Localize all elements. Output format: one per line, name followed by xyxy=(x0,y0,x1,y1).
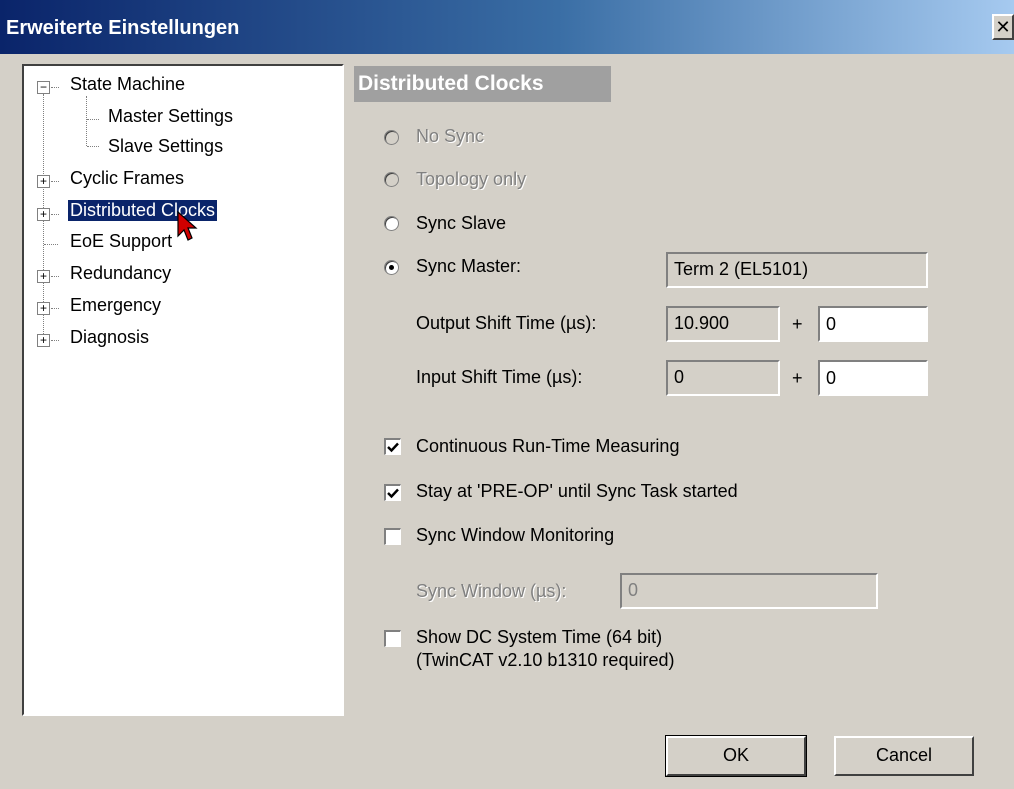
tree-connector xyxy=(51,181,59,182)
radio-sync-slave[interactable] xyxy=(384,216,399,231)
expand-icon[interactable]: + xyxy=(37,208,50,221)
checkbox-sync-window-monitoring-label: Sync Window Monitoring xyxy=(416,525,615,545)
checkbox-show-dc-time-label: Show DC System Time (64 bit) xyxy=(416,627,663,647)
tree-item-diagnosis[interactable]: Diagnosis xyxy=(70,327,149,348)
output-shift-offset-input[interactable] xyxy=(818,306,928,342)
window-title: Erweiterte Einstellungen xyxy=(6,17,240,39)
input-shift-label: Input Shift Time (µs): xyxy=(416,367,583,387)
radio-sync-master-label: Sync Master: xyxy=(416,256,522,276)
radio-sync-slave-label: Sync Slave xyxy=(416,213,507,233)
radio-no-sync[interactable] xyxy=(384,130,399,145)
tree-connector xyxy=(87,119,99,120)
output-shift-plus: + xyxy=(792,314,803,334)
sync-master-field: Term 2 (EL5101) xyxy=(666,252,928,288)
sync-window-field: 0 xyxy=(620,573,878,609)
expand-icon[interactable]: + xyxy=(37,334,50,347)
section-title: Distributed Clocks xyxy=(354,66,611,102)
tree-item-state-machine[interactable]: State Machine xyxy=(70,74,185,95)
tree-connector xyxy=(51,308,59,309)
radio-topology-only-label: Topology only xyxy=(416,169,527,189)
input-shift-plus: + xyxy=(792,368,803,388)
checkbox-stay-preop[interactable] xyxy=(384,484,401,501)
close-icon: ✕ xyxy=(995,17,1011,37)
radio-selected-dot xyxy=(389,265,394,270)
checkbox-show-dc-time-note: (TwinCAT v2.10 b1310 required) xyxy=(416,650,675,670)
input-shift-value: 0 xyxy=(666,360,780,396)
check-icon xyxy=(387,488,399,499)
tree-item-redundancy[interactable]: Redundancy xyxy=(70,263,171,284)
tree-connector xyxy=(51,340,59,341)
checkbox-continuous-runtime-label: Continuous Run-Time Measuring xyxy=(416,436,680,456)
sync-window-label: Sync Window (µs): xyxy=(416,581,567,601)
close-button[interactable]: ✕ xyxy=(992,14,1014,40)
radio-topology-only[interactable] xyxy=(384,172,399,187)
radio-sync-master[interactable] xyxy=(384,260,399,275)
tree-connector xyxy=(51,214,59,215)
checkbox-continuous-runtime[interactable] xyxy=(384,438,401,455)
collapse-icon[interactable]: − xyxy=(37,81,50,94)
input-shift-offset-input[interactable] xyxy=(818,360,928,396)
tree-connector xyxy=(86,96,87,146)
settings-tree[interactable]: − State Machine Master Settings Slave Se… xyxy=(22,64,344,716)
expand-icon[interactable]: + xyxy=(37,175,50,188)
mouse-cursor-icon xyxy=(177,210,198,241)
checkbox-stay-preop-label: Stay at 'PRE-OP' until Sync Task started xyxy=(416,481,738,501)
tree-item-master-settings[interactable]: Master Settings xyxy=(108,106,233,127)
expand-icon[interactable]: + xyxy=(37,302,50,315)
radio-no-sync-label: No Sync xyxy=(416,126,485,146)
checkbox-show-dc-time[interactable] xyxy=(384,630,401,647)
tree-item-emergency[interactable]: Emergency xyxy=(70,295,161,316)
tree-item-slave-settings[interactable]: Slave Settings xyxy=(108,136,223,157)
tree-connector xyxy=(51,276,59,277)
tree-connector xyxy=(87,146,99,147)
tree-item-cyclic-frames[interactable]: Cyclic Frames xyxy=(70,168,184,189)
checkbox-sync-window-monitoring[interactable] xyxy=(384,528,401,545)
check-icon xyxy=(387,442,399,453)
tree-connector xyxy=(44,244,58,245)
tree-item-eoe-support[interactable]: EoE Support xyxy=(70,231,172,252)
ok-button[interactable]: OK xyxy=(665,735,807,777)
cancel-button[interactable]: Cancel xyxy=(834,736,974,776)
title-bar: Erweiterte Einstellungen ✕ xyxy=(0,0,1014,54)
tree-connector xyxy=(51,87,59,88)
expand-icon[interactable]: + xyxy=(37,270,50,283)
output-shift-value: 10.900 xyxy=(666,306,780,342)
output-shift-label: Output Shift Time (µs): xyxy=(416,313,597,333)
